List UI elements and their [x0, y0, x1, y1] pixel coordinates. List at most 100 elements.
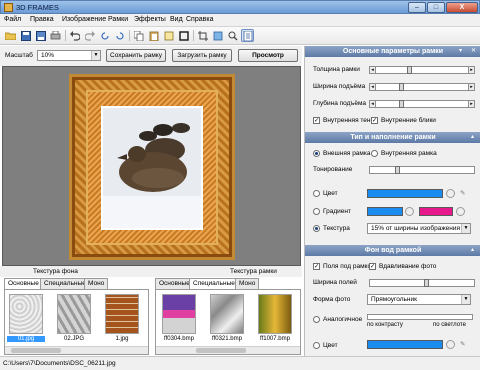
tinting-slider[interactable]	[369, 166, 475, 174]
slider-left-arrow[interactable]: ◂	[369, 100, 376, 108]
frame-icon[interactable]	[177, 29, 190, 42]
scrollbar-thumb[interactable]	[11, 348, 61, 353]
slider-knob[interactable]	[399, 100, 404, 108]
maximize-button[interactable]: □	[427, 2, 445, 13]
palette-icon[interactable]	[446, 340, 455, 349]
print-icon[interactable]	[49, 29, 62, 42]
scrollbar-thumb[interactable]	[196, 348, 246, 353]
horizontal-scrollbar[interactable]	[156, 346, 300, 354]
paste-icon[interactable]	[147, 29, 160, 42]
close-button[interactable]: X	[446, 2, 478, 13]
color-swatch[interactable]	[367, 189, 443, 198]
menu-frames[interactable]: Рамки	[108, 16, 128, 23]
field-width-slider[interactable]	[369, 279, 475, 287]
page-icon[interactable]	[241, 29, 254, 42]
bg-texture-list[interactable]: 01.jpg 02.JPG 1.jpg	[4, 289, 149, 355]
photo-shape-select[interactable]: Прямоугольник ▼	[367, 294, 471, 305]
open-folder-icon[interactable]	[4, 29, 17, 42]
export-icon[interactable]	[162, 29, 175, 42]
lift-width-slider[interactable]: ◂ ▸	[369, 83, 475, 91]
panel-frame-type-header[interactable]: Тип и наполнение рамки ▴	[305, 132, 480, 143]
thumb-label: ff0304.bmp	[164, 336, 194, 342]
tab-mono[interactable]: Моно	[235, 278, 260, 289]
preview-canvas[interactable]	[2, 66, 301, 266]
gradient-start-swatch[interactable]	[367, 207, 403, 216]
lift-depth-slider[interactable]: ◂ ▸	[369, 100, 475, 108]
text-icon[interactable]	[211, 29, 224, 42]
inner-frame-radio[interactable]	[371, 150, 378, 157]
texture-thumb[interactable]	[162, 294, 196, 334]
menu-help[interactable]: Справка	[186, 16, 213, 23]
palette-icon[interactable]	[446, 189, 455, 198]
minimize-button[interactable]: –	[408, 2, 426, 13]
texture-thumb[interactable]	[57, 294, 91, 334]
texture-thumb[interactable]	[210, 294, 244, 334]
inner-shadow-checkbox[interactable]: ✓	[313, 117, 320, 124]
zoom-icon[interactable]	[226, 29, 239, 42]
slider-knob[interactable]	[394, 166, 400, 174]
texture-thumb[interactable]	[258, 294, 292, 334]
menu-view[interactable]: Вид	[170, 16, 183, 23]
load-frame-button[interactable]: Загрузить рамку	[172, 49, 232, 62]
preview-controls: Масштаб 10% ▼ Сохранить рамку Загрузить …	[0, 46, 302, 66]
chevron-down-icon[interactable]: ▾	[459, 46, 462, 57]
slider-knob[interactable]	[399, 83, 404, 91]
save-as-icon[interactable]	[34, 29, 47, 42]
panel-frame-params-header[interactable]: Основные параметры рамки ▾ ✕	[305, 46, 480, 57]
rotate-left-icon[interactable]	[98, 29, 111, 42]
slider-right-arrow[interactable]: ▸	[468, 66, 475, 74]
toolbar-separator	[129, 30, 130, 41]
tab-special[interactable]: Специальные	[40, 278, 90, 289]
redo-icon[interactable]	[83, 29, 96, 42]
menu-edit[interactable]: Правка	[30, 16, 54, 23]
bg-color-swatch[interactable]	[367, 340, 443, 349]
outer-frame-radio[interactable]	[313, 150, 320, 157]
menu-file[interactable]: Файл	[4, 16, 21, 23]
undo-icon[interactable]	[68, 29, 81, 42]
gradient-label: Градиент	[323, 208, 351, 215]
eyedropper-icon[interactable]: ✎	[460, 340, 465, 348]
slider-left-arrow[interactable]: ◂	[369, 83, 376, 91]
chevron-up-icon[interactable]: ▴	[471, 245, 474, 256]
press-photo-label: Вдавливание фото	[379, 263, 437, 270]
slider-left-arrow[interactable]: ◂	[369, 66, 376, 74]
eyedropper-icon[interactable]: ✎	[460, 189, 465, 197]
zoom-select[interactable]: 10% ▼	[37, 50, 101, 61]
texture-size-select[interactable]: 15% от ширины изображения ▼	[367, 223, 471, 234]
horizontal-scrollbar[interactable]	[5, 346, 148, 354]
palette-icon[interactable]	[405, 207, 414, 216]
slider-knob[interactable]	[424, 279, 430, 287]
slider-knob[interactable]	[407, 66, 413, 74]
similar-slider[interactable]	[367, 314, 473, 320]
preview-button[interactable]: Просмотр	[238, 49, 298, 62]
palette-icon[interactable]	[456, 207, 465, 216]
status-bar: C:\Users\7\Documents\DSC_06211.jpg	[0, 356, 480, 370]
crop-icon[interactable]	[196, 29, 209, 42]
gradient-end-swatch[interactable]	[419, 207, 453, 216]
panel-background-header[interactable]: Фон вод рамкой ▴	[305, 245, 480, 256]
menu-image[interactable]: Изображение	[62, 16, 106, 23]
copy-icon[interactable]	[132, 29, 145, 42]
texture-radio[interactable]	[313, 225, 320, 232]
chevron-up-icon[interactable]: ▴	[471, 132, 474, 143]
frame-thickness-slider[interactable]: ◂ ▸	[369, 66, 475, 74]
bg-color-radio[interactable]	[313, 342, 320, 349]
tab-mono[interactable]: Моно	[84, 278, 109, 289]
menu-effects[interactable]: Эффекты	[134, 16, 166, 23]
rotate-right-icon[interactable]	[113, 29, 126, 42]
close-icon[interactable]: ✕	[471, 46, 476, 57]
slider-right-arrow[interactable]: ▸	[468, 100, 475, 108]
chevron-down-icon: ▼	[461, 295, 470, 304]
inner-highlights-checkbox[interactable]: ✓	[371, 117, 378, 124]
save-icon[interactable]	[19, 29, 32, 42]
gradient-radio[interactable]	[313, 208, 320, 215]
texture-thumb[interactable]	[9, 294, 43, 334]
texture-thumb[interactable]	[105, 294, 139, 334]
save-frame-button[interactable]: Сохранить рамку	[106, 49, 166, 62]
similar-radio[interactable]	[313, 316, 320, 323]
frame-texture-list[interactable]: ff0304.bmp ff0321.bmp ff1007.bmp	[155, 289, 301, 355]
slider-right-arrow[interactable]: ▸	[468, 83, 475, 91]
bg-under-frame-checkbox[interactable]: ✓	[313, 263, 320, 270]
press-photo-checkbox[interactable]: ✓	[369, 263, 376, 270]
color-radio[interactable]	[313, 190, 320, 197]
